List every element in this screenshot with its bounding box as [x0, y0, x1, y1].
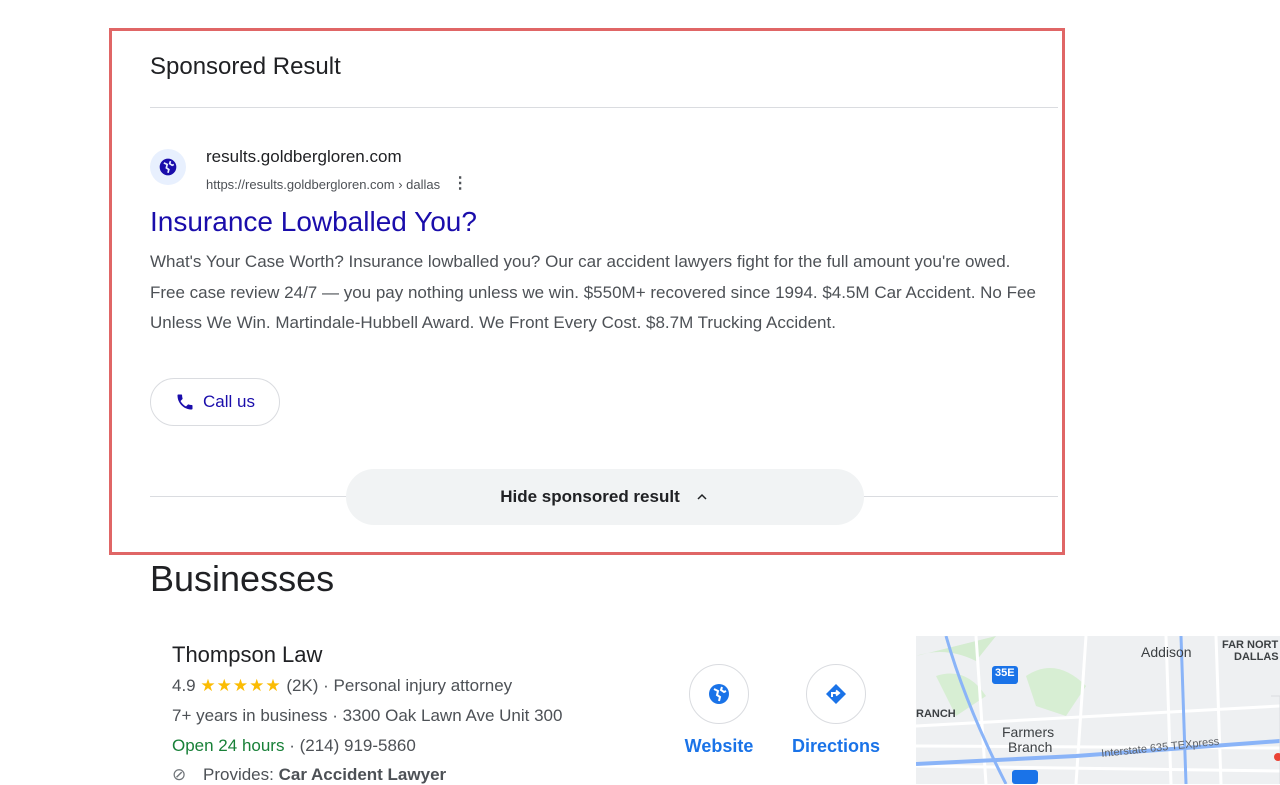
business-phone[interactable]: · (214) 919-5860	[289, 736, 416, 755]
ad-description: What's Your Case Worth? Insurance lowbal…	[150, 252, 1036, 332]
chevron-up-icon	[697, 493, 707, 500]
call-us-button[interactable]: Call us	[150, 378, 280, 426]
business-hours: Open 24 hours	[172, 736, 285, 755]
divider	[150, 107, 1058, 108]
ad-title-link[interactable]: Insurance Lowballed You?	[150, 206, 477, 238]
business-rating-line: 4.9 ★★★★★ (2K) · Personal injury attorne…	[172, 676, 512, 696]
years-in-business: 7+ years in business	[172, 706, 328, 725]
directions-button[interactable]: Directions	[781, 664, 891, 757]
map-label-35e: 35E	[995, 667, 1015, 679]
map-label-addison: Addison	[1141, 644, 1192, 660]
check-circle-icon: ⊘	[172, 765, 187, 784]
more-options-icon[interactable]: ⋮	[452, 176, 468, 192]
call-us-label: Call us	[203, 392, 255, 411]
directions-label: Directions	[791, 736, 881, 756]
star-rating: ★★★★★	[200, 676, 282, 695]
sponsored-result-card: Sponsored Result results.goldbergloren.c…	[109, 28, 1065, 555]
business-provides-line: ⊘ Provides: Car Accident Lawyer	[172, 765, 446, 785]
map-label-far-north: FAR NORT	[1222, 639, 1279, 651]
website-button[interactable]: Website	[664, 664, 774, 757]
ad-site-name[interactable]: results.goldbergloren.com	[206, 147, 402, 167]
directions-icon	[826, 684, 846, 704]
business-address: · 3300 Oak Lawn Ave Unit 300	[332, 706, 563, 725]
globe-icon	[150, 149, 186, 185]
map-preview[interactable]: 35E Addison FAR NORT DALLAS RANCH Farmer…	[916, 636, 1280, 784]
provides-label: Provides:	[202, 765, 274, 784]
map-label-farmers: Farmers	[1002, 724, 1055, 740]
sponsored-header: Sponsored Result	[150, 53, 341, 80]
map-label-dallas: DALLAS	[1234, 651, 1279, 663]
map-label-ranch: RANCH	[916, 708, 956, 720]
hide-sponsored-label: Hide sponsored result	[500, 487, 680, 506]
business-category: · Personal injury attorney	[323, 676, 513, 695]
business-info-line: 7+ years in business · 3300 Oak Lawn Ave…	[172, 706, 562, 726]
map-label-branch: Branch	[1008, 739, 1053, 755]
business-hours-line: Open 24 hours · (214) 919-5860	[172, 736, 416, 756]
review-count[interactable]: (2K)	[286, 676, 318, 695]
business-name[interactable]: Thompson Law	[172, 642, 322, 668]
ad-site-url: https://results.goldbergloren.com › dall…	[206, 176, 468, 192]
ad-url-text: https://results.goldbergloren.com › dall…	[206, 176, 441, 192]
rating-value: 4.9	[172, 676, 196, 695]
hide-sponsored-button[interactable]: Hide sponsored result	[346, 469, 864, 525]
map-roads	[916, 636, 1280, 784]
globe-icon	[709, 684, 729, 704]
phone-icon	[177, 394, 193, 410]
website-icon-circle[interactable]	[689, 664, 749, 724]
website-label: Website	[684, 736, 754, 756]
businesses-heading: Businesses	[150, 558, 335, 599]
directions-icon-circle[interactable]	[806, 664, 866, 724]
provides-value: Car Accident Lawyer	[278, 765, 447, 784]
